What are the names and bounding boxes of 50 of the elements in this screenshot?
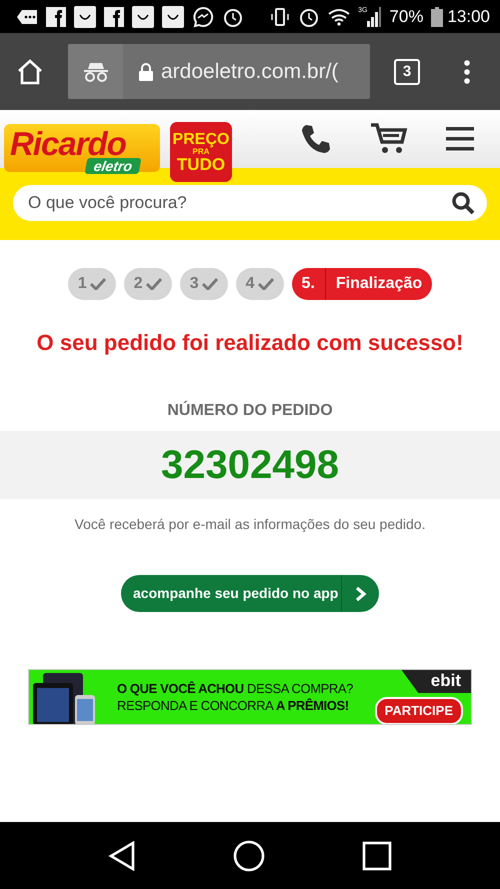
notification-icon: [16, 8, 38, 24]
battery-level: 70%: [389, 6, 424, 28]
tab-count[interactable]: 3: [394, 58, 420, 84]
facebook-icon: [46, 6, 66, 26]
check-icon: [146, 278, 162, 290]
search-icon[interactable]: [451, 191, 475, 215]
more-icon[interactable]: [464, 60, 470, 84]
checkout-step[interactable]: 5. Finalização: [292, 268, 432, 300]
checkout-step[interactable]: 4: [236, 268, 284, 300]
check-icon: [90, 278, 106, 290]
phone-icon[interactable]: [300, 123, 332, 155]
cart-icon[interactable]: [370, 122, 408, 156]
app-icon: [132, 6, 154, 28]
participate-button[interactable]: PARTICIPE: [374, 697, 463, 724]
home-icon[interactable]: [16, 58, 44, 86]
incognito-icon: [82, 62, 108, 82]
wifi-icon: [328, 8, 350, 26]
url-text: ardoeletro.com.br/(: [161, 58, 338, 85]
battery-icon: [431, 6, 444, 26]
recents-icon[interactable]: [362, 840, 392, 870]
chevron-right-icon: [354, 586, 366, 602]
survey-banner[interactable]: O QUE VOCÊ ACHOU DESSA COMPRA? RESPONDA E CONCORRA A PRÊMIOS! ebit PARTICIPE: [28, 669, 472, 725]
checkout-step[interactable]: 2: [124, 268, 172, 300]
lock-icon: [139, 62, 153, 80]
app-icon: [162, 6, 184, 28]
clock: 13:00: [447, 6, 490, 28]
checkout-step[interactable]: 3: [180, 268, 228, 300]
app-icon: [74, 6, 96, 28]
order-number: 32302498: [161, 442, 339, 489]
promo-badge[interactable]: PREÇO PRA TUDO: [170, 122, 232, 182]
search-field[interactable]: O que você procura?: [13, 185, 487, 221]
success-message: O seu pedido foi realizado com sucesso!: [36, 329, 464, 357]
back-icon[interactable]: [108, 840, 136, 870]
track-order-button[interactable]: acompanhe seu pedido no app: [121, 575, 379, 612]
ebit-logo: ebit: [401, 670, 471, 694]
store-logo[interactable]: Ricardo eletro: [4, 124, 160, 172]
email-notice: Você receberá por e-mail as informações do seu pedido.: [74, 515, 426, 534]
checkout-step[interactable]: 1: [68, 268, 116, 300]
menu-icon[interactable]: [446, 127, 474, 151]
check-icon: [202, 278, 218, 290]
order-number-label: NÚMERO DO PEDIDO: [166, 400, 334, 421]
signal-icon: [367, 6, 382, 26]
facebook-icon: [104, 6, 124, 26]
messenger-icon: [192, 6, 214, 28]
banner-text: RESPONDA E CONCORRA A PRÊMIOS!: [117, 697, 350, 714]
banner-text: O QUE VOCÊ ACHOU DESSA COMPRA?: [117, 680, 354, 697]
vibrate-icon: [270, 6, 290, 26]
home-icon[interactable]: [232, 840, 265, 872]
address-bar[interactable]: ardoeletro.com.br/(: [68, 44, 370, 99]
check-icon: [258, 278, 274, 290]
